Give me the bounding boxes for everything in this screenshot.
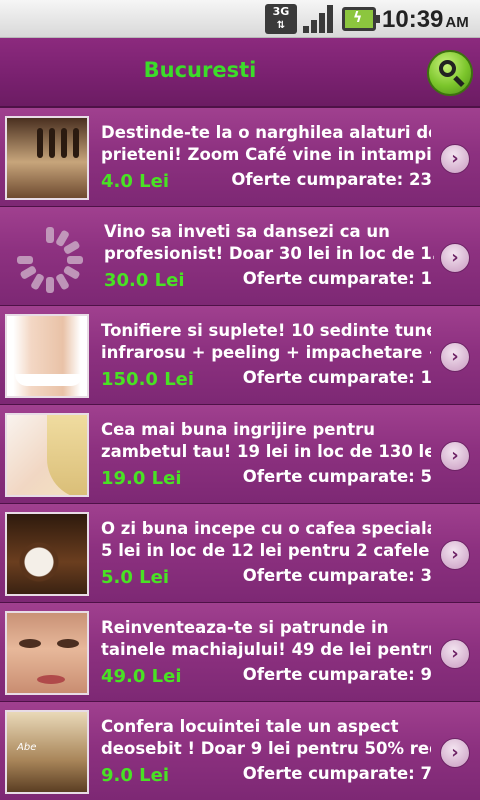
network-type-label: 3G (272, 5, 290, 18)
chevron-right-icon[interactable]: › (440, 243, 470, 273)
offer-purchased-count: Oferte cumparate: 9 (242, 665, 432, 684)
offer-thumbnail (5, 611, 89, 695)
chevron-right-icon[interactable]: › (440, 738, 470, 768)
offer-title: Destinde-te la o narghilea alaturi de pri… (101, 123, 431, 164)
clock-time: 10:39 (382, 6, 444, 33)
offer-item[interactable]: Destinde-te la o narghilea alaturi de pri… (0, 108, 480, 207)
chevron-right-icon[interactable]: › (440, 441, 470, 471)
offer-thumbnail (5, 116, 89, 200)
offer-price: 30.0 Lei (104, 270, 185, 291)
offer-price: 5.0 Lei (101, 567, 170, 588)
offer-purchased-count: Oferte cumparate: 1 (242, 368, 432, 387)
offer-purchased-count: Oferte cumparate: 1 (242, 269, 432, 288)
offer-item[interactable]: Tonifiere si suplete! 10 sedinte tunel in… (0, 306, 480, 405)
offer-title: Reinventeaza-te si patrunde in tainele ma… (101, 618, 431, 659)
offer-price: 49.0 Lei (101, 666, 182, 687)
offer-item[interactable]: Abe Confera locuintei tale un aspect deos… (0, 702, 480, 800)
offer-thumbnail (5, 413, 89, 497)
3g-icon: 3G ⇅ (265, 4, 297, 34)
offers-list[interactable]: Destinde-te la o narghilea alaturi de pri… (0, 108, 480, 800)
offer-item[interactable]: Reinventeaza-te si patrunde in tainele ma… (0, 603, 480, 702)
chevron-right-icon[interactable]: › (440, 639, 470, 669)
chevron-right-icon[interactable]: › (440, 144, 470, 174)
offer-price: 9.0 Lei (101, 765, 170, 786)
offer-thumbnail (5, 512, 89, 596)
status-bar: 3G ⇅ ϟ 10:39 AM (0, 0, 480, 38)
clock: 10:39 AM (382, 6, 469, 34)
city-title: Bucuresti (143, 58, 257, 82)
offer-thumbnail: Abe (5, 710, 89, 794)
clock-ampm: AM (445, 14, 469, 31)
offer-purchased-count: Oferte cumparate: 3 (242, 566, 432, 585)
offer-title: Tonifiere si suplete! 10 sedinte tunel in… (101, 321, 431, 362)
offer-purchased-count: Oferte cumparate: 7 (242, 764, 432, 783)
offer-item[interactable]: Cea mai buna ingrijire pentru zambetul ta… (0, 405, 480, 504)
loading-spinner-icon (5, 215, 89, 299)
offer-item[interactable]: Vino sa inveti sa dansezi ca un profesion… (0, 207, 480, 306)
offer-price: 4.0 Lei (101, 171, 170, 192)
offer-title: O zi buna incepe cu o cafea speciala! 5 l… (101, 519, 431, 560)
search-button[interactable] (427, 50, 473, 96)
offer-price: 19.0 Lei (101, 468, 182, 489)
offer-title: Confera locuintei tale un aspect deosebit… (101, 717, 431, 758)
offer-price: 150.0 Lei (101, 369, 195, 390)
chevron-right-icon[interactable]: › (440, 540, 470, 570)
chevron-right-icon[interactable]: › (440, 342, 470, 372)
offer-title: Cea mai buna ingrijire pentru zambetul ta… (101, 420, 431, 461)
offer-item[interactable]: O zi buna incepe cu o cafea speciala! 5 l… (0, 504, 480, 603)
thumbnail-sign-text: Abe (17, 742, 37, 753)
battery-charging-icon: ϟ (342, 7, 380, 31)
signal-icon (303, 5, 335, 33)
offer-purchased-count: Oferte cumparate: 5 (242, 467, 432, 486)
offer-title: Vino sa inveti sa dansezi ca un profesion… (104, 222, 434, 263)
offer-purchased-count: Oferte cumparate: 23 (231, 170, 432, 189)
offer-thumbnail (5, 314, 89, 398)
app-header: Bucuresti (0, 38, 480, 108)
search-icon (439, 60, 456, 77)
